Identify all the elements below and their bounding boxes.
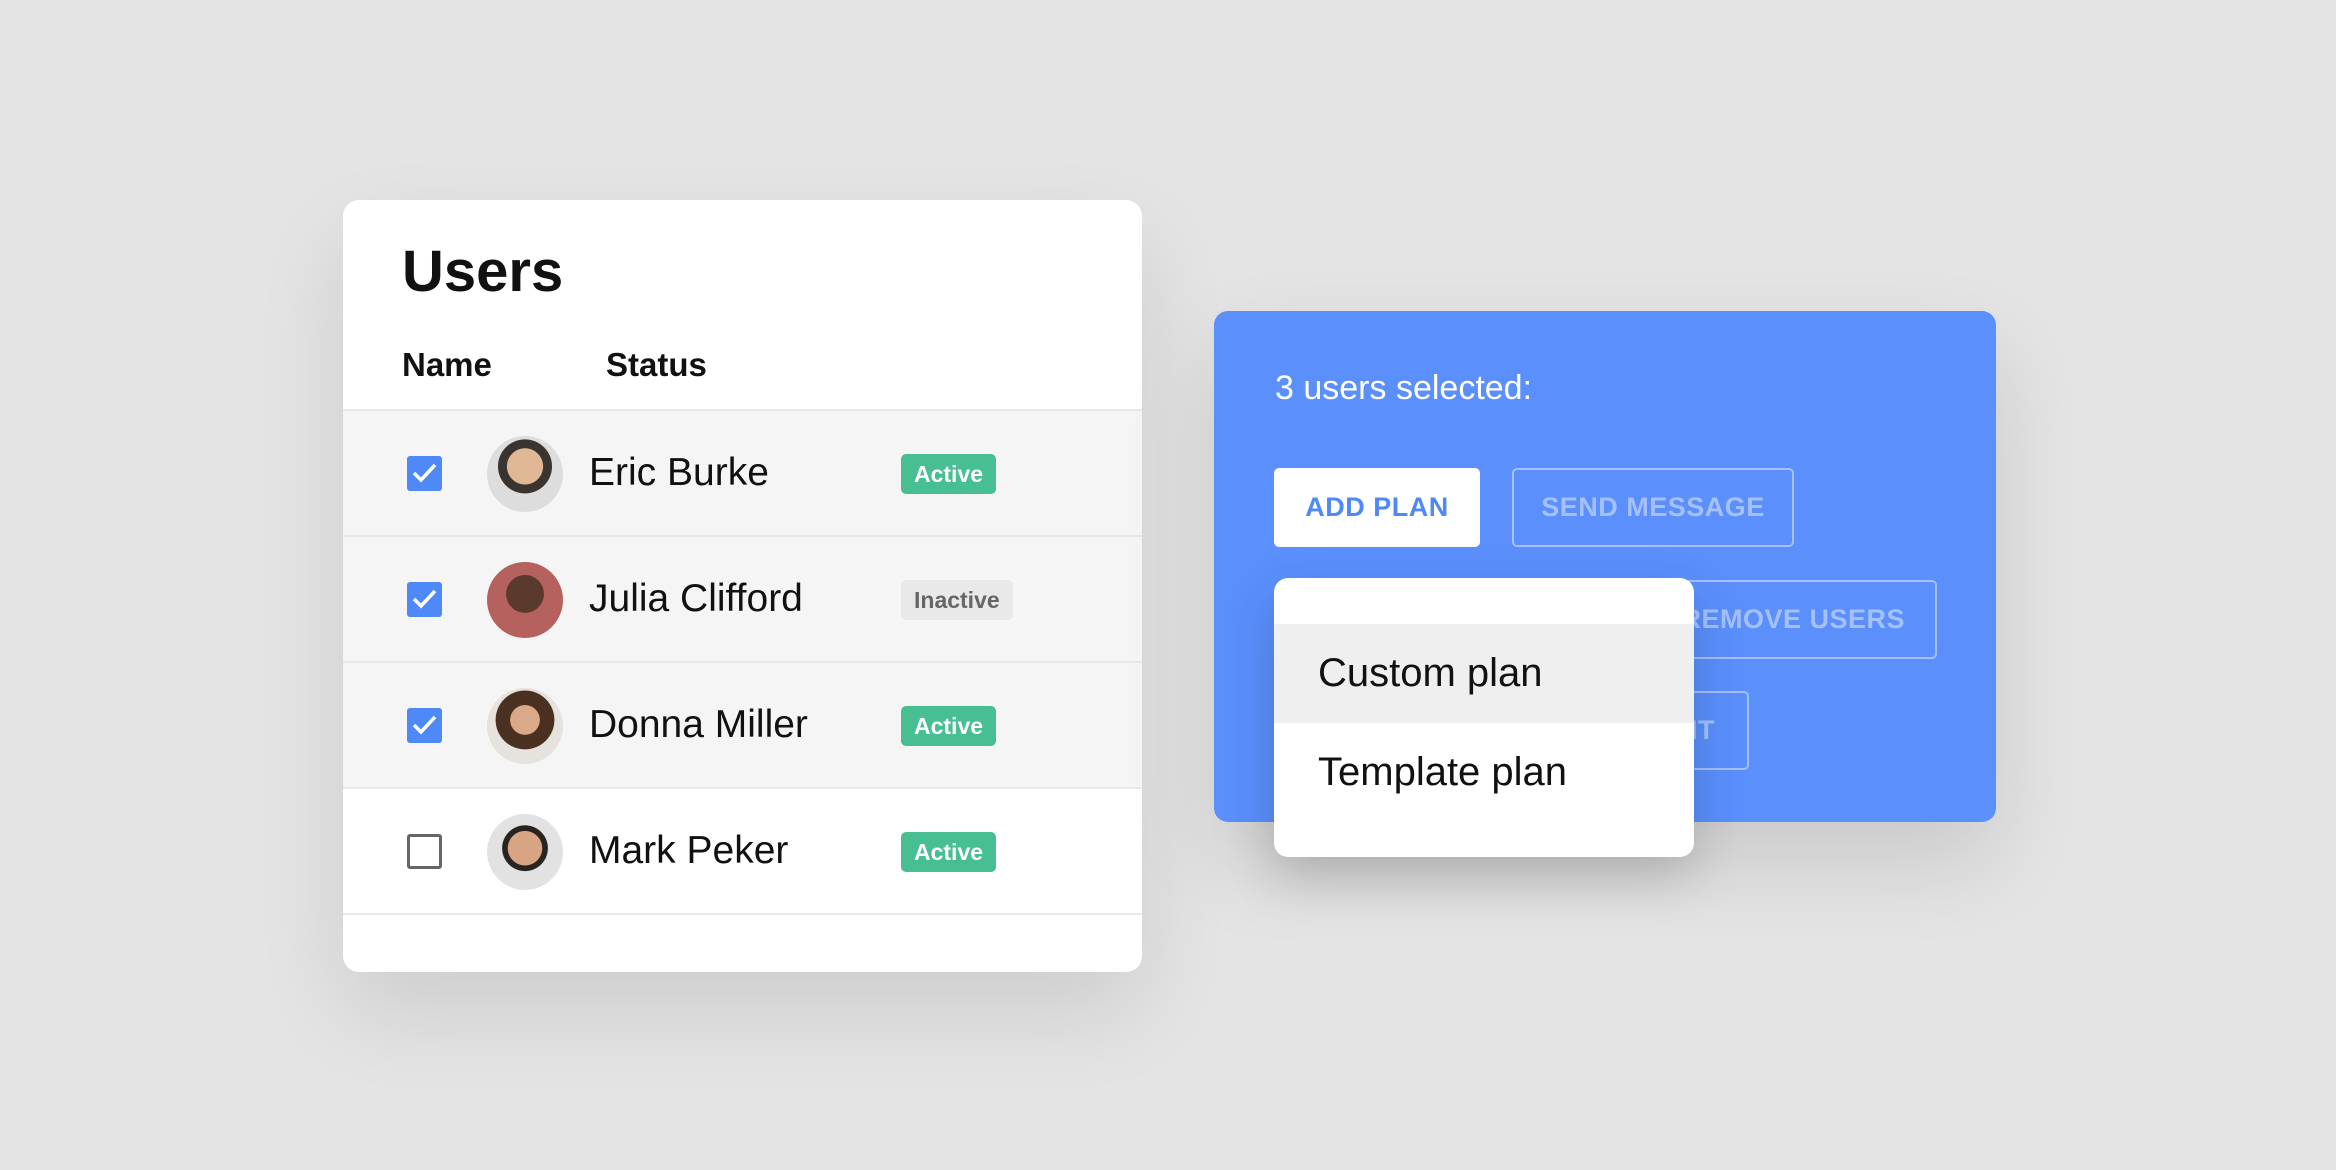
menu-item-template-plan[interactable]: Template plan bbox=[1274, 723, 1694, 822]
check-icon bbox=[412, 463, 437, 483]
column-header-name[interactable]: Name bbox=[402, 346, 492, 384]
avatar bbox=[487, 814, 563, 890]
table-row[interactable]: Julia Clifford Inactive bbox=[343, 537, 1142, 663]
user-name: Donna Miller bbox=[589, 703, 808, 746]
status-badge: Active bbox=[901, 454, 997, 494]
row-checkbox-checked[interactable] bbox=[407, 582, 442, 617]
avatar bbox=[487, 688, 563, 764]
status-badge: Active bbox=[901, 706, 997, 746]
check-icon bbox=[412, 589, 437, 609]
user-name: Mark Peker bbox=[589, 829, 789, 872]
menu-item-custom-plan[interactable]: Custom plan bbox=[1274, 624, 1694, 723]
table-row[interactable]: Donna Miller Active bbox=[343, 663, 1142, 789]
row-checkbox-checked[interactable] bbox=[407, 708, 442, 743]
check-icon bbox=[412, 715, 437, 735]
row-checkbox-checked[interactable] bbox=[407, 456, 442, 491]
users-card: Users Name Status Eric Burke Active Juli… bbox=[343, 200, 1142, 972]
row-checkbox-unchecked[interactable] bbox=[407, 834, 442, 869]
avatar bbox=[487, 436, 563, 512]
status-badge: Active bbox=[901, 832, 997, 872]
table-row[interactable]: Eric Burke Active bbox=[343, 411, 1142, 537]
column-header-status[interactable]: Status bbox=[606, 346, 707, 384]
page-title: Users bbox=[402, 239, 564, 304]
user-name: Eric Burke bbox=[589, 451, 769, 494]
send-message-button[interactable]: SEND MESSAGE bbox=[1512, 468, 1794, 547]
plan-dropdown-menu: Custom plan Template plan bbox=[1274, 578, 1694, 857]
status-badge: Inactive bbox=[901, 580, 1013, 620]
add-plan-button[interactable]: ADD PLAN bbox=[1274, 468, 1480, 547]
table-row[interactable]: Mark Peker Active bbox=[343, 789, 1142, 915]
user-name: Julia Clifford bbox=[589, 577, 803, 620]
avatar bbox=[487, 562, 563, 638]
selection-count: 3 users selected: bbox=[1275, 369, 1533, 407]
